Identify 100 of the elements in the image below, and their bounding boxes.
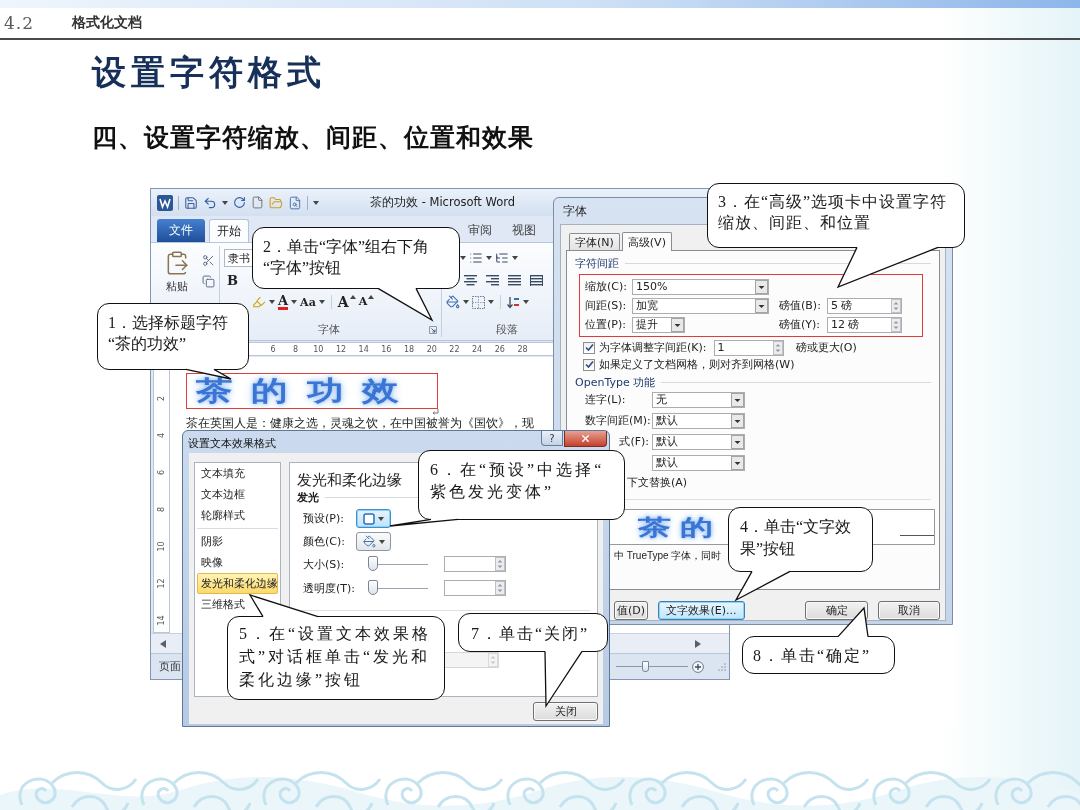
checkbox[interactable] bbox=[583, 358, 595, 371]
checkbox-label: 为字体调整字间距(K): bbox=[599, 340, 707, 355]
slider-thumb[interactable] bbox=[368, 556, 378, 571]
resize-grip-icon[interactable] bbox=[718, 662, 726, 671]
caret-icon[interactable] bbox=[269, 300, 275, 304]
spin-field[interactable]: 5 磅 bbox=[827, 297, 902, 314]
close-button[interactable] bbox=[564, 431, 607, 447]
category-item[interactable]: 映像 bbox=[197, 552, 227, 573]
category-item[interactable]: 轮廓样式 bbox=[197, 505, 249, 526]
word-logo-icon[interactable] bbox=[157, 194, 173, 211]
ruler-number: 10 bbox=[313, 344, 324, 354]
dropdown-field[interactable]: 提升 bbox=[632, 316, 685, 333]
scroll-right-icon[interactable] bbox=[695, 639, 701, 648]
paragraph-mark-icon bbox=[432, 409, 439, 416]
spin-field[interactable] bbox=[444, 556, 506, 572]
undo-icon[interactable] bbox=[203, 195, 217, 210]
default-button[interactable]: 值(D) bbox=[614, 601, 648, 620]
field-label: 数字间距(M): bbox=[585, 413, 651, 428]
window-title: 茶的功效 - Microsoft Word bbox=[370, 195, 515, 210]
dropdown-field[interactable]: 无 bbox=[652, 391, 745, 408]
caret-icon[interactable] bbox=[512, 256, 518, 260]
color-button[interactable] bbox=[356, 532, 391, 551]
field-label: 连字(L): bbox=[585, 392, 626, 407]
slider-thumb[interactable] bbox=[642, 660, 649, 672]
dialog-tab[interactable]: 字体(N) bbox=[569, 233, 620, 250]
new-document-icon[interactable] bbox=[251, 196, 264, 209]
preset-button[interactable] bbox=[356, 509, 391, 528]
field-label: 式(F): bbox=[619, 434, 649, 449]
distributed-align-icon[interactable] bbox=[530, 274, 543, 286]
callout-pointer bbox=[389, 517, 459, 527]
caret-icon[interactable] bbox=[378, 516, 384, 521]
caret-icon[interactable] bbox=[460, 256, 466, 260]
align-right-icon[interactable] bbox=[486, 274, 499, 286]
scissors-icon[interactable] bbox=[202, 254, 215, 267]
field-label: 缩放(C): bbox=[585, 279, 627, 294]
ribbon-tab[interactable]: 开始 bbox=[209, 219, 249, 242]
spinner-icon[interactable] bbox=[772, 340, 783, 355]
justify-icon[interactable] bbox=[508, 274, 521, 286]
redo-icon[interactable] bbox=[233, 196, 246, 209]
font-color-button[interactable]: A bbox=[278, 294, 289, 310]
caret-icon[interactable] bbox=[318, 300, 325, 304]
file-tab[interactable]: 文件 bbox=[157, 219, 205, 242]
caret-up-icon[interactable] bbox=[368, 295, 375, 299]
close-dialog-button[interactable]: 关闭 bbox=[533, 702, 598, 721]
sort-icon[interactable] bbox=[507, 295, 520, 309]
callout-pointer bbox=[837, 607, 869, 639]
dialog-launcher-icon[interactable] bbox=[429, 325, 437, 334]
caret-icon[interactable] bbox=[486, 256, 492, 260]
category-item[interactable]: 三维格式 bbox=[197, 594, 249, 615]
bold-button[interactable]: B bbox=[224, 272, 241, 288]
caret-icon[interactable] bbox=[313, 200, 319, 205]
dropdown-field[interactable]: 默认 bbox=[652, 454, 745, 471]
cancel-button[interactable]: 取消 bbox=[878, 601, 940, 620]
shrink-font-button[interactable]: A bbox=[358, 295, 375, 309]
ribbon-tab[interactable]: 视图 bbox=[504, 219, 544, 242]
text-effects-button[interactable]: 文字效果(E)... bbox=[658, 601, 745, 620]
copy-icon[interactable] bbox=[202, 275, 215, 288]
ruler-number: 10 bbox=[157, 541, 166, 552]
group-label: 字体 bbox=[317, 322, 340, 337]
category-item[interactable]: 发光和柔化边缘 bbox=[197, 573, 278, 594]
category-item[interactable]: 文本填充 bbox=[197, 463, 249, 484]
dropdown-field[interactable]: 加宽 bbox=[632, 297, 769, 314]
checkbox-label: 下文替换(A) bbox=[627, 474, 688, 490]
caret-icon[interactable] bbox=[291, 300, 298, 304]
save-icon[interactable] bbox=[184, 195, 198, 210]
spin-field[interactable]: 12 磅 bbox=[827, 316, 902, 333]
grow-font-button[interactable]: A bbox=[337, 295, 356, 309]
font-name-field[interactable]: 隶书 bbox=[224, 249, 252, 267]
spin-field[interactable] bbox=[444, 580, 506, 596]
slide-subtitle: 四、设置字符缩放、间距、位置和效果 bbox=[92, 122, 534, 154]
dropdown-field[interactable]: 150% bbox=[632, 278, 769, 295]
paste-button[interactable]: 粘贴 bbox=[158, 248, 196, 295]
ribbon-tab[interactable]: 审阅 bbox=[460, 219, 500, 242]
slider-thumb[interactable] bbox=[368, 580, 378, 595]
caret-icon[interactable] bbox=[222, 200, 228, 205]
caret-up-icon[interactable] bbox=[349, 295, 356, 299]
ruler-number: 6 bbox=[270, 344, 276, 354]
ruler-number: 16 bbox=[381, 344, 392, 354]
scroll-left-icon[interactable] bbox=[160, 639, 166, 648]
category-item[interactable]: 阴影 bbox=[197, 531, 227, 552]
ruler-number: 4 bbox=[157, 432, 166, 439]
dropdown-field[interactable]: 默认 bbox=[652, 433, 745, 450]
multilevel-list-icon[interactable] bbox=[495, 251, 509, 265]
close-icon bbox=[580, 433, 591, 444]
paint-bucket-icon[interactable] bbox=[446, 295, 460, 309]
caret-icon[interactable] bbox=[378, 539, 385, 544]
align-center-icon[interactable] bbox=[464, 274, 477, 286]
caret-icon[interactable] bbox=[463, 300, 469, 304]
borders-icon[interactable] bbox=[472, 295, 485, 309]
help-button[interactable]: ? bbox=[541, 431, 563, 446]
dialog-tab[interactable]: 高级(V) bbox=[621, 232, 672, 251]
spin-field[interactable]: 1 bbox=[713, 339, 784, 356]
caret-icon[interactable] bbox=[488, 300, 494, 304]
caret-icon[interactable] bbox=[523, 300, 529, 304]
zoom-in-icon[interactable] bbox=[692, 660, 704, 673]
dropdown-field[interactable]: 默认 bbox=[652, 412, 745, 429]
category-item[interactable]: 文本边框 bbox=[197, 484, 249, 505]
checkbox[interactable] bbox=[583, 341, 595, 354]
change-case-button[interactable]: Aa bbox=[300, 295, 316, 309]
print-preview-icon[interactable] bbox=[288, 195, 302, 210]
